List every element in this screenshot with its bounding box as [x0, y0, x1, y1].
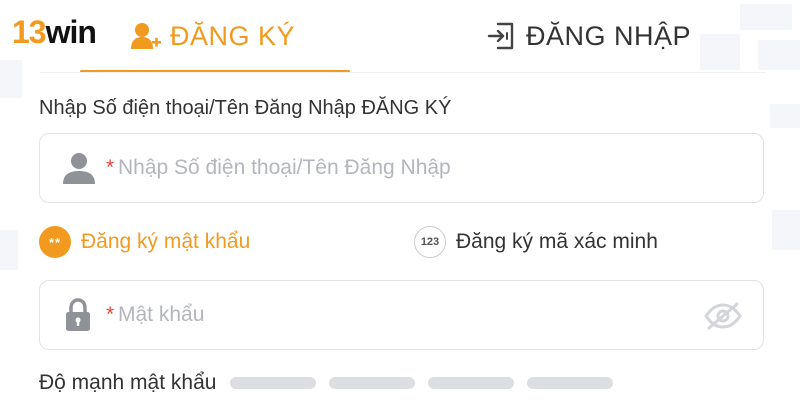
lock-icon	[64, 298, 92, 332]
password-input[interactable]	[118, 281, 718, 349]
hide-password-icon[interactable]	[703, 302, 743, 330]
required-marker: *	[106, 303, 115, 326]
username-input[interactable]	[118, 134, 718, 202]
register-with-password-label: Đăng ký mật khẩu	[81, 230, 251, 253]
username-field: *	[39, 133, 764, 203]
tab-register-label: ĐĂNG KÝ	[170, 20, 296, 51]
password-strength-label: Độ mạnh mật khẩu	[39, 371, 217, 394]
username-field-label: Nhập Số điện thoại/Tên Đăng Nhập ĐĂNG KÝ	[39, 97, 452, 119]
brand-logo: 13 win	[12, 12, 97, 52]
register-with-code-option[interactable]: 123 Đăng ký mã xác minh	[414, 226, 658, 258]
tab-login[interactable]: ĐĂNG NHẬP	[486, 0, 691, 72]
strength-bar	[527, 377, 614, 389]
strength-bar	[230, 377, 317, 389]
password-strength-meter: Độ mạnh mật khẩu	[39, 371, 626, 395]
password-field: *	[39, 280, 764, 350]
strength-bar	[428, 377, 515, 389]
strength-bar	[329, 377, 416, 389]
tab-register[interactable]: ĐĂNG KÝ	[130, 0, 295, 72]
register-with-code-label: Đăng ký mã xác minh	[456, 230, 658, 253]
login-icon	[486, 20, 518, 52]
register-with-password-option[interactable]: ** Đăng ký mật khẩu	[39, 226, 250, 258]
verification-code-icon: 123	[414, 226, 446, 258]
user-icon	[62, 151, 96, 185]
add-user-icon	[130, 21, 162, 51]
tab-login-label: ĐĂNG NHẬP	[526, 20, 692, 51]
tabs-divider	[40, 72, 766, 73]
logo-number: 13	[12, 13, 47, 50]
strength-bars	[230, 377, 626, 389]
logo-word: win	[45, 13, 97, 50]
required-marker: *	[106, 156, 115, 179]
password-dots-icon: **	[39, 226, 71, 258]
